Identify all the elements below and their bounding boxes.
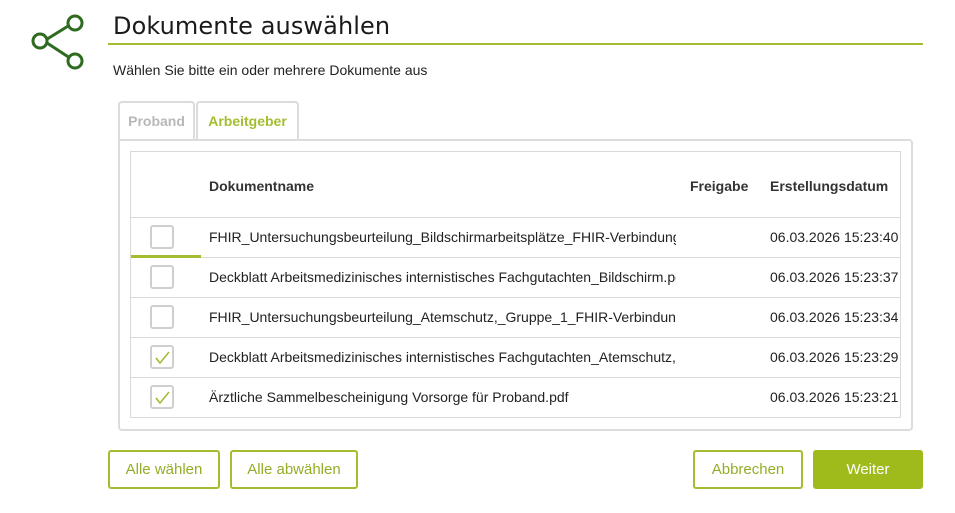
document-name: Deckblatt Arbeitsmedizinisches internist… — [209, 269, 676, 285]
document-name: Deckblatt Arbeitsmedizinisches internist… — [209, 349, 676, 365]
document-date: 06.03.2026 15:23:40 — [770, 229, 899, 245]
table-row[interactable]: Ärztliche Sammelbescheinigung Vorsorge f… — [131, 377, 900, 417]
document-date: 06.03.2026 15:23:29 — [770, 349, 899, 365]
document-name: FHIR_Untersuchungsbeurteilung_Atemschutz… — [209, 309, 676, 325]
row-checkbox[interactable] — [150, 225, 174, 249]
row-checkbox[interactable] — [150, 305, 174, 329]
document-date: 06.03.2026 15:23:37 — [770, 269, 899, 285]
table-row[interactable]: Deckblatt Arbeitsmedizinisches internist… — [131, 337, 900, 378]
document-name: Ärztliche Sammelbescheinigung Vorsorge f… — [209, 389, 569, 405]
column-header-dokumentname[interactable]: Dokumentname — [209, 178, 314, 194]
checkmark-icon — [155, 391, 170, 405]
document-name: FHIR_Untersuchungsbeurteilung_Bildschirm… — [209, 229, 676, 245]
tab-proband[interactable]: Proband — [118, 101, 195, 139]
cancel-button[interactable]: Abbrechen — [693, 450, 803, 489]
document-date: 06.03.2026 15:23:34 — [770, 309, 899, 325]
deselect-all-button[interactable]: Alle abwählen — [230, 450, 358, 489]
tab-arbeitgeber[interactable]: Arbeitgeber — [196, 101, 299, 142]
table-row[interactable]: Deckblatt Arbeitsmedizinisches internist… — [131, 257, 900, 298]
checkmark-icon — [155, 351, 170, 365]
row-checkbox[interactable] — [150, 265, 174, 289]
column-header-erstellungsdatum[interactable]: Erstellungsdatum — [770, 178, 888, 194]
table-row[interactable]: FHIR_Untersuchungsbeurteilung_Bildschirm… — [131, 217, 900, 258]
table-header: Dokumentname Freigabe Erstellungsdatum — [131, 152, 900, 218]
row-checkbox[interactable] — [150, 385, 174, 409]
documents-table: Dokumentname Freigabe Erstellungsdatum F… — [130, 151, 901, 418]
column-header-freigabe[interactable]: Freigabe — [690, 178, 748, 194]
table-row[interactable]: FHIR_Untersuchungsbeurteilung_Atemschutz… — [131, 297, 900, 338]
page-title: Dokumente auswählen — [113, 12, 391, 40]
document-date: 06.03.2026 15:23:21 — [770, 389, 899, 405]
title-divider — [108, 43, 923, 45]
select-all-button[interactable]: Alle wählen — [108, 450, 220, 489]
row-checkbox[interactable] — [150, 345, 174, 369]
next-button[interactable]: Weiter — [813, 450, 923, 489]
page-subtitle: Wählen Sie bitte ein oder mehrere Dokume… — [113, 62, 428, 78]
share-icon — [31, 14, 84, 70]
